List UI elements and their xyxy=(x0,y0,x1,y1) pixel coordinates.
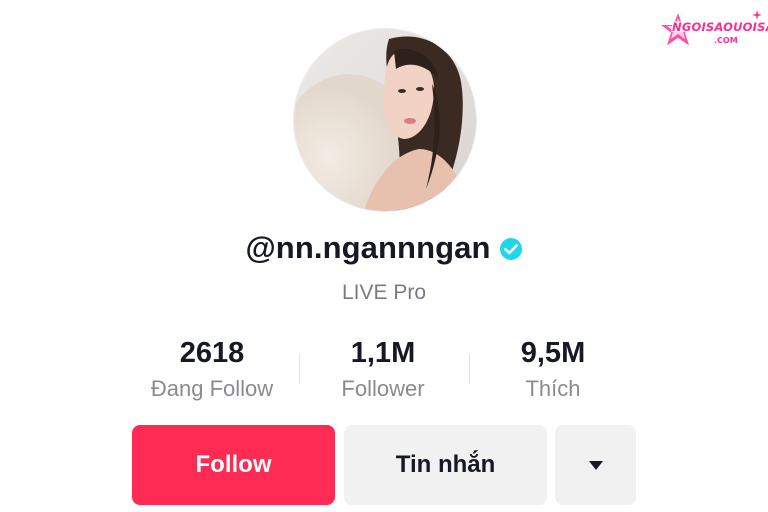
watermark-domain: .COM xyxy=(714,36,738,45)
caret-down-icon xyxy=(588,461,603,470)
following-count: 2618 xyxy=(179,337,245,369)
likes-label: Thích xyxy=(525,376,581,401)
followers-count: 1,1M xyxy=(350,337,416,369)
site-watermark-logo: NGOISAOUOISAO .COM xyxy=(656,8,768,52)
likes-count: 9,5M xyxy=(520,337,586,369)
followers-label: Follower xyxy=(341,376,425,401)
profile-avatar[interactable] xyxy=(293,28,477,212)
stat-followers[interactable]: 1,1M Follower xyxy=(293,336,473,402)
message-button[interactable]: Tin nhắn xyxy=(344,425,547,505)
stat-following[interactable]: 2618 Đang Follow xyxy=(122,336,302,402)
profile-category: LIVE Pro xyxy=(341,281,427,304)
stat-likes[interactable]: 9,5M Thích xyxy=(463,336,643,402)
avatar-photo xyxy=(294,29,476,211)
sparkle-icon xyxy=(752,10,762,20)
follow-button[interactable]: Follow xyxy=(132,425,335,505)
verified-badge-icon xyxy=(499,238,522,260)
following-label: Đang Follow xyxy=(150,376,274,401)
username-row: @nn.ngannngan xyxy=(0,226,768,270)
username: @nn.ngannngan xyxy=(245,230,491,265)
watermark-text: NGOISAOUOISAO xyxy=(672,20,768,34)
more-options-button[interactable] xyxy=(555,425,636,505)
